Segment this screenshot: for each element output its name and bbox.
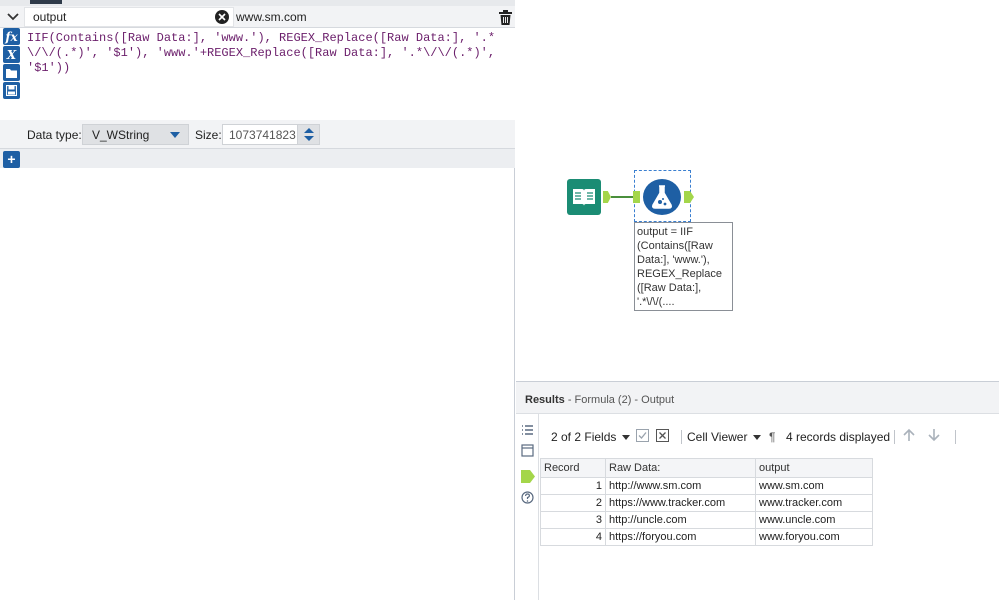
clear-icon[interactable] — [215, 10, 229, 24]
data-type-value: V_WString — [92, 128, 150, 142]
fields-dropdown[interactable]: 2 of 2 Fields — [551, 430, 631, 444]
size-stepper[interactable] — [297, 124, 320, 145]
results-toolbar: 2 of 2 Fields Cell Viewer ¶ 4 records di… — [540, 422, 999, 452]
variable-icon[interactable]: X — [3, 46, 20, 63]
results-sidebar — [516, 414, 539, 600]
connection-line[interactable] — [611, 196, 633, 198]
tab-stub — [30, 0, 62, 4]
records-count: 4 records displayed — [786, 430, 891, 444]
column-header-raw-data[interactable]: Raw Data: — [605, 458, 756, 478]
cell-record[interactable]: 3 — [540, 511, 606, 529]
deselect-icon[interactable] — [656, 429, 669, 445]
cell-record[interactable]: 2 — [540, 494, 606, 512]
formula-tool-icon[interactable] — [643, 179, 681, 215]
table-icon[interactable] — [521, 444, 534, 457]
column-header-record[interactable]: Record — [540, 458, 606, 478]
checkbox-icon[interactable] — [636, 429, 649, 445]
configuration-panel: output www.sm.com fx X IIF(Contains([Raw… — [0, 0, 515, 600]
arrow-down-icon[interactable] — [926, 427, 942, 446]
input-data-tool-icon[interactable] — [567, 179, 601, 215]
dropdown-arrow-icon — [170, 132, 180, 138]
toolbar-divider — [894, 430, 895, 444]
cell-raw-data[interactable]: http://uncle.com — [605, 511, 756, 529]
cell-viewer-dropdown[interactable]: Cell Viewer — [687, 430, 762, 444]
size-label: Size: — [195, 128, 222, 142]
app-window: output www.sm.com fx X IIF(Contains([Raw… — [0, 0, 999, 600]
data-icon[interactable] — [521, 470, 535, 483]
data-type-label: Data type: — [27, 128, 82, 142]
table-row[interactable]: 1 http://www.sm.com www.sm.com — [540, 477, 873, 495]
table-header-row: Record Raw Data: output — [540, 458, 873, 478]
cell-output[interactable]: www.sm.com — [755, 477, 873, 495]
table-row[interactable]: 4 https://foryou.com www.foryou.com — [540, 528, 873, 546]
cell-record[interactable]: 1 — [540, 477, 606, 495]
tool-annotation: output = IIF (Contains([Raw Data:], 'www… — [634, 222, 733, 311]
caret-down-icon — [753, 435, 762, 441]
toolbar-divider — [955, 430, 956, 444]
fields-label: 2 of 2 Fields — [551, 430, 617, 444]
data-type-select[interactable]: V_WString — [82, 124, 189, 145]
formula-field-row: output www.sm.com — [0, 6, 515, 28]
results-panel: Results - Formula (2) - Output 2 of 2 Fi… — [516, 381, 999, 600]
list-icon[interactable] — [521, 424, 534, 437]
table-row[interactable]: 2 https://www.tracker.com www.tracker.co… — [540, 494, 873, 512]
arrow-down-icon[interactable] — [304, 136, 314, 141]
results-title: Results - Formula (2) - Output — [525, 394, 674, 406]
cell-record[interactable]: 4 — [540, 528, 606, 546]
cell-viewer-label: Cell Viewer — [687, 430, 748, 444]
input-anchor[interactable] — [633, 191, 640, 203]
cell-output[interactable]: www.tracker.com — [755, 494, 873, 512]
chevron-down-icon[interactable] — [4, 8, 22, 26]
help-icon[interactable] — [521, 491, 534, 504]
pilcrow-icon[interactable]: ¶ — [769, 430, 775, 444]
toolbar-divider — [681, 430, 682, 444]
cell-output[interactable]: www.foryou.com — [755, 528, 873, 546]
save-expression-icon[interactable] — [3, 82, 20, 99]
results-table: Record Raw Data: output 1 http://www.sm.… — [540, 458, 873, 546]
results-title-label: Results — [525, 394, 565, 406]
data-type-row: Data type: V_WString Size: 1073741823 — [0, 120, 515, 148]
trash-icon[interactable] — [497, 8, 513, 26]
expression-editor[interactable]: fx X IIF(Contains([Raw Data:], 'www.'), … — [0, 28, 515, 120]
results-header: Results - Formula (2) - Output — [516, 382, 999, 414]
recent-expressions-icon[interactable] — [3, 64, 20, 81]
function-icon[interactable]: fx — [3, 28, 20, 45]
column-header-output[interactable]: output — [755, 458, 873, 478]
table-row[interactable]: 3 http://uncle.com www.uncle.com — [540, 511, 873, 529]
cell-raw-data[interactable]: https://www.tracker.com — [605, 494, 756, 512]
add-field-button[interactable]: + — [3, 151, 20, 168]
preview-value: www.sm.com — [236, 10, 307, 24]
expression-text[interactable]: IIF(Contains([Raw Data:], 'www.'), REGEX… — [27, 31, 507, 76]
caret-down-icon — [622, 435, 631, 441]
results-subtitle: - Formula (2) - Output — [567, 394, 675, 406]
cell-raw-data[interactable]: http://www.sm.com — [605, 477, 756, 495]
expression-toolbar: fx X — [3, 28, 21, 100]
cell-raw-data[interactable]: https://foryou.com — [605, 528, 756, 546]
arrow-up-icon[interactable] — [901, 427, 917, 446]
cell-output[interactable]: www.uncle.com — [755, 511, 873, 529]
add-field-row: + — [0, 148, 515, 168]
arrow-up-icon[interactable] — [304, 128, 314, 133]
output-field-input[interactable]: output — [24, 7, 234, 27]
